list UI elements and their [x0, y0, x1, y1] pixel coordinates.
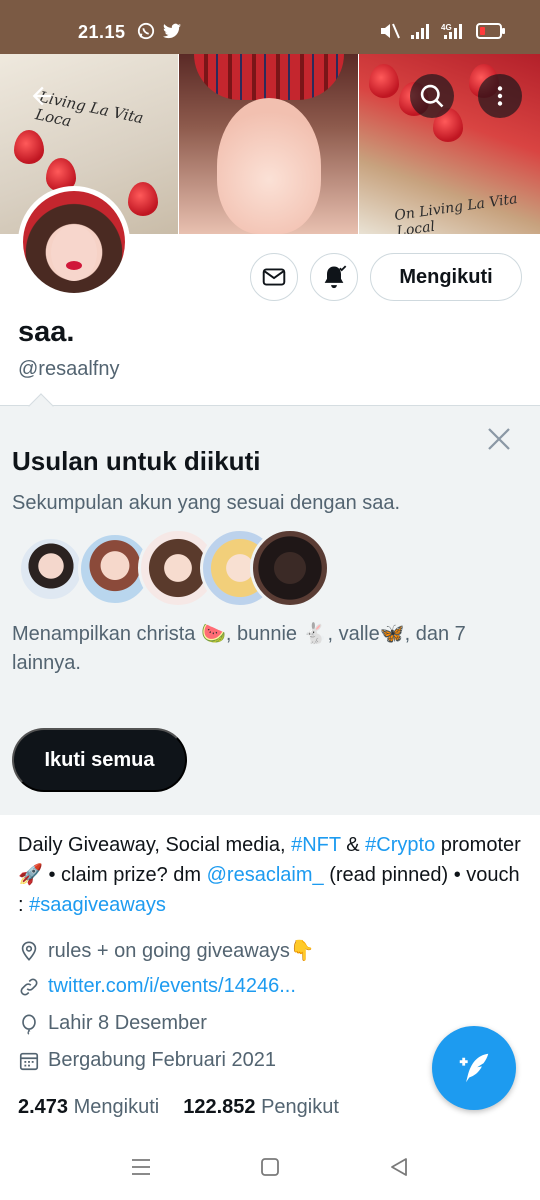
balloon-icon [22, 1013, 36, 1035]
hashtag-link[interactable]: #Crypto [365, 834, 435, 856]
whatsapp-icon [137, 22, 155, 40]
status-time: 21.15 [78, 22, 126, 42]
profile-handle: @resaalfny [18, 358, 120, 380]
face-shape [217, 98, 321, 234]
suggestions-subtitle: Sekumpulan akun yang sesuai dengan saa. [12, 492, 401, 514]
suggested-avatars [18, 528, 338, 610]
following-button[interactable]: Mengikuti [370, 253, 522, 301]
birthday-text: Lahir 8 Desember [48, 1012, 207, 1034]
strawberry-shape [128, 182, 158, 216]
close-suggestions-button[interactable] [484, 424, 514, 454]
profile-bio: Daily Giveaway, Social media, #NFT & #Cr… [18, 830, 522, 920]
website-link[interactable]: twitter.com/i/events/14246... [48, 975, 296, 998]
beret-shape [194, 54, 344, 100]
avatar-lips-shape [66, 261, 82, 270]
menu-lines-icon[interactable] [130, 1156, 152, 1178]
compose-feather-icon [459, 1053, 489, 1083]
signal-icon [411, 24, 429, 39]
following-stat[interactable]: 2.473 Mengikuti [18, 1096, 159, 1119]
follow-all-button[interactable]: Ikuti semua [12, 728, 187, 792]
joined-row: Bergabung Februari 2021 [18, 1049, 276, 1072]
link-icon [20, 978, 38, 995]
more-options-button[interactable] [478, 74, 522, 118]
twitter-icon [163, 23, 181, 39]
following-count: 2.473 [18, 1096, 69, 1118]
search-button[interactable] [410, 74, 454, 118]
suggestions-title: Usulan untuk diikuti [12, 446, 261, 476]
suggestions-shown-text: Menampilkan christa 🍉, bunnie 🐇, valle🦋,… [12, 623, 466, 674]
back-button[interactable] [20, 74, 64, 118]
avatar-face-shape [51, 225, 97, 281]
card-notch [28, 393, 54, 419]
followers-count: 122.852 [183, 1096, 256, 1118]
location-row: rules + on going giveaways👇 [18, 938, 315, 963]
suggested-follows-card: Usulan untuk diikuti Sekumpulan akun yan… [0, 393, 540, 815]
website-row: twitter.com/i/events/14246... [18, 975, 296, 998]
search-icon [420, 84, 444, 108]
bio-text: Daily Giveaway, Social media, [18, 834, 292, 856]
strawberry-shape [14, 130, 44, 164]
more-vertical-icon [497, 86, 503, 106]
joined-text: Bergabung Februari 2021 [48, 1049, 276, 1071]
mention-link[interactable]: @resaclaim_ [207, 864, 324, 886]
suggested-avatar[interactable] [18, 536, 84, 602]
mail-icon [262, 268, 286, 286]
bell-check-icon [324, 265, 347, 289]
profile-name: saa. [18, 316, 75, 348]
following-label: Mengikuti [73, 1096, 160, 1118]
strawberry-shape [369, 64, 399, 98]
status-bar: 21.15 4G [0, 0, 540, 54]
compose-tweet-button[interactable] [432, 1026, 516, 1110]
close-icon [488, 428, 510, 450]
svg-text:4G: 4G [441, 23, 452, 32]
signal-4g-icon: 4G [441, 23, 462, 39]
followers-label: Pengikut [261, 1096, 339, 1118]
hashtag-link[interactable]: #saagiveaways [29, 894, 166, 916]
back-triangle-icon[interactable] [388, 1156, 410, 1178]
follow-stats: 2.473 Mengikuti 122.852 Pengikut [18, 1096, 339, 1119]
followers-stat[interactable]: 122.852 Pengikut [183, 1096, 339, 1119]
notifications-button[interactable] [310, 253, 358, 301]
system-nav-bar [0, 1136, 540, 1200]
banner-newspaper-text: On Living La Vita Local [393, 190, 519, 234]
arrow-left-icon [32, 86, 52, 106]
home-square-icon[interactable] [259, 1156, 281, 1178]
battery-icon [476, 23, 505, 39]
hashtag-link[interactable]: #NFT [291, 834, 341, 856]
location-pin-icon [21, 940, 37, 961]
message-button[interactable] [250, 253, 298, 301]
location-text: rules + on going giveaways👇 [48, 940, 315, 962]
bio-text: & [340, 834, 366, 856]
birthday-row: Lahir 8 Desember [18, 1012, 207, 1035]
mute-icon [381, 23, 400, 39]
profile-avatar[interactable] [18, 186, 130, 298]
suggested-avatar[interactable] [250, 528, 330, 608]
banner-photo-portrait [179, 54, 358, 234]
calendar-icon [19, 1052, 39, 1070]
